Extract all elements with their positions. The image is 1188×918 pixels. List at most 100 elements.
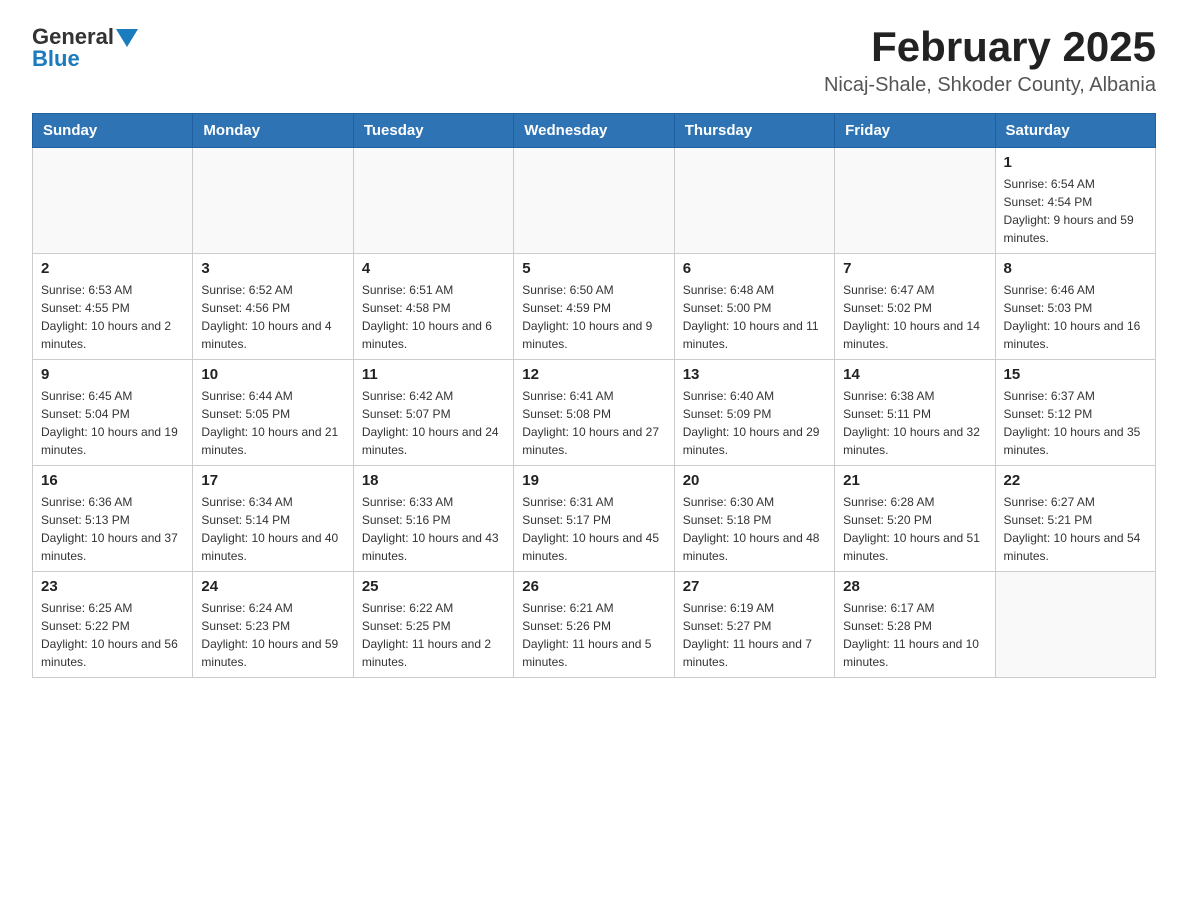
day-number: 10	[201, 366, 344, 383]
day-number: 18	[362, 472, 505, 489]
day-number: 17	[201, 472, 344, 489]
weekday-header-tuesday: Tuesday	[353, 114, 513, 148]
calendar-table: SundayMondayTuesdayWednesdayThursdayFrid…	[32, 113, 1156, 678]
calendar-cell	[193, 148, 353, 254]
day-number: 27	[683, 578, 826, 595]
day-info: Sunrise: 6:21 AMSunset: 5:26 PMDaylight:…	[522, 599, 665, 671]
day-info: Sunrise: 6:51 AMSunset: 4:58 PMDaylight:…	[362, 281, 505, 353]
page-title: February 2025	[824, 24, 1156, 70]
day-number: 2	[41, 260, 184, 277]
day-info: Sunrise: 6:48 AMSunset: 5:00 PMDaylight:…	[683, 281, 826, 353]
day-info: Sunrise: 6:46 AMSunset: 5:03 PMDaylight:…	[1004, 281, 1147, 353]
day-number: 20	[683, 472, 826, 489]
day-info: Sunrise: 6:54 AMSunset: 4:54 PMDaylight:…	[1004, 175, 1147, 247]
day-number: 25	[362, 578, 505, 595]
calendar-week-row: 9Sunrise: 6:45 AMSunset: 5:04 PMDaylight…	[33, 360, 1156, 466]
calendar-week-row: 1 Sunrise: 6:54 AMSunset: 4:54 PMDaylight…	[33, 148, 1156, 254]
calendar-cell: 23 Sunrise: 6:25 AMSunset: 5:22 PMDayligh…	[33, 572, 193, 678]
page-subtitle: Nicaj-Shale, Shkoder County, Albania	[824, 74, 1156, 97]
calendar-cell: 24 Sunrise: 6:24 AMSunset: 5:23 PMDayligh…	[193, 572, 353, 678]
day-info: Sunrise: 6:53 AMSunset: 4:55 PMDaylight:…	[41, 281, 184, 353]
day-info: Sunrise: 6:52 AMSunset: 4:56 PMDaylight:…	[201, 281, 344, 353]
calendar-cell	[995, 572, 1155, 678]
calendar-cell: 12 Sunrise: 6:41 AMSunset: 5:08 PMDayligh…	[514, 360, 674, 466]
day-info: Sunrise: 6:31 AMSunset: 5:17 PMDaylight:…	[522, 493, 665, 565]
calendar-cell: 1 Sunrise: 6:54 AMSunset: 4:54 PMDaylight…	[995, 148, 1155, 254]
calendar-cell: 18 Sunrise: 6:33 AMSunset: 5:16 PMDayligh…	[353, 466, 513, 572]
calendar-cell: 9Sunrise: 6:45 AMSunset: 5:04 PMDaylight…	[33, 360, 193, 466]
title-block: February 2025 Nicaj-Shale, Shkoder Count…	[824, 24, 1156, 97]
day-info: Sunrise: 6:50 AMSunset: 4:59 PMDaylight:…	[522, 281, 665, 353]
day-number: 3	[201, 260, 344, 277]
day-number: 22	[1004, 472, 1147, 489]
calendar-cell	[33, 148, 193, 254]
calendar-cell: 15 Sunrise: 6:37 AMSunset: 5:12 PMDayligh…	[995, 360, 1155, 466]
calendar-cell: 11Sunrise: 6:42 AMSunset: 5:07 PMDayligh…	[353, 360, 513, 466]
day-number: 28	[843, 578, 986, 595]
calendar-cell: 4 Sunrise: 6:51 AMSunset: 4:58 PMDaylight…	[353, 254, 513, 360]
calendar-cell: 10 Sunrise: 6:44 AMSunset: 5:05 PMDayligh…	[193, 360, 353, 466]
day-number: 1	[1004, 154, 1147, 171]
weekday-header-friday: Friday	[835, 114, 995, 148]
day-number: 19	[522, 472, 665, 489]
day-info: Sunrise: 6:19 AMSunset: 5:27 PMDaylight:…	[683, 599, 826, 671]
day-info: Sunrise: 6:25 AMSunset: 5:22 PMDaylight:…	[41, 599, 184, 671]
weekday-header-monday: Monday	[193, 114, 353, 148]
day-info: Sunrise: 6:41 AMSunset: 5:08 PMDaylight:…	[522, 387, 665, 459]
day-number: 14	[843, 366, 986, 383]
logo: General Blue	[32, 24, 138, 72]
day-number: 13	[683, 366, 826, 383]
calendar-cell: 26 Sunrise: 6:21 AMSunset: 5:26 PMDayligh…	[514, 572, 674, 678]
calendar-cell	[835, 148, 995, 254]
day-number: 15	[1004, 366, 1147, 383]
weekday-header-thursday: Thursday	[674, 114, 834, 148]
day-number: 4	[362, 260, 505, 277]
day-info: Sunrise: 6:22 AMSunset: 5:25 PMDaylight:…	[362, 599, 505, 671]
calendar-cell	[514, 148, 674, 254]
day-number: 5	[522, 260, 665, 277]
day-info: Sunrise: 6:30 AMSunset: 5:18 PMDaylight:…	[683, 493, 826, 565]
calendar-cell	[674, 148, 834, 254]
calendar-cell: 19 Sunrise: 6:31 AMSunset: 5:17 PMDayligh…	[514, 466, 674, 572]
calendar-cell: 16 Sunrise: 6:36 AMSunset: 5:13 PMDayligh…	[33, 466, 193, 572]
day-info: Sunrise: 6:36 AMSunset: 5:13 PMDaylight:…	[41, 493, 184, 565]
day-info: Sunrise: 6:24 AMSunset: 5:23 PMDaylight:…	[201, 599, 344, 671]
calendar-week-row: 23 Sunrise: 6:25 AMSunset: 5:22 PMDayligh…	[33, 572, 1156, 678]
calendar-cell: 2 Sunrise: 6:53 AMSunset: 4:55 PMDaylight…	[33, 254, 193, 360]
calendar-cell: 13 Sunrise: 6:40 AMSunset: 5:09 PMDayligh…	[674, 360, 834, 466]
day-number: 7	[843, 260, 986, 277]
calendar-cell: 17 Sunrise: 6:34 AMSunset: 5:14 PMDayligh…	[193, 466, 353, 572]
calendar-cell: 3 Sunrise: 6:52 AMSunset: 4:56 PMDaylight…	[193, 254, 353, 360]
day-number: 24	[201, 578, 344, 595]
day-info: Sunrise: 6:33 AMSunset: 5:16 PMDaylight:…	[362, 493, 505, 565]
calendar-cell: 22 Sunrise: 6:27 AMSunset: 5:21 PMDayligh…	[995, 466, 1155, 572]
day-number: 23	[41, 578, 184, 595]
calendar-cell: 6 Sunrise: 6:48 AMSunset: 5:00 PMDaylight…	[674, 254, 834, 360]
weekday-header-row: SundayMondayTuesdayWednesdayThursdayFrid…	[33, 114, 1156, 148]
day-info: Sunrise: 6:27 AMSunset: 5:21 PMDaylight:…	[1004, 493, 1147, 565]
day-info: Sunrise: 6:17 AMSunset: 5:28 PMDaylight:…	[843, 599, 986, 671]
day-info: Sunrise: 6:47 AMSunset: 5:02 PMDaylight:…	[843, 281, 986, 353]
calendar-cell: 8 Sunrise: 6:46 AMSunset: 5:03 PMDaylight…	[995, 254, 1155, 360]
calendar-cell: 5 Sunrise: 6:50 AMSunset: 4:59 PMDaylight…	[514, 254, 674, 360]
calendar-cell: 14 Sunrise: 6:38 AMSunset: 5:11 PMDayligh…	[835, 360, 995, 466]
calendar-cell: 20 Sunrise: 6:30 AMSunset: 5:18 PMDayligh…	[674, 466, 834, 572]
day-info: Sunrise: 6:37 AMSunset: 5:12 PMDaylight:…	[1004, 387, 1147, 459]
day-info: Sunrise: 6:44 AMSunset: 5:05 PMDaylight:…	[201, 387, 344, 459]
day-number: 6	[683, 260, 826, 277]
day-info: Sunrise: 6:40 AMSunset: 5:09 PMDaylight:…	[683, 387, 826, 459]
weekday-header-sunday: Sunday	[33, 114, 193, 148]
calendar-cell: 28 Sunrise: 6:17 AMSunset: 5:28 PMDayligh…	[835, 572, 995, 678]
day-number: 12	[522, 366, 665, 383]
day-number: 8	[1004, 260, 1147, 277]
weekday-header-saturday: Saturday	[995, 114, 1155, 148]
logo-arrow-icon	[116, 29, 138, 47]
day-number: 9	[41, 366, 184, 383]
day-info: Sunrise: 6:34 AMSunset: 5:14 PMDaylight:…	[201, 493, 344, 565]
day-number: 16	[41, 472, 184, 489]
calendar-week-row: 16 Sunrise: 6:36 AMSunset: 5:13 PMDayligh…	[33, 466, 1156, 572]
day-info: Sunrise: 6:38 AMSunset: 5:11 PMDaylight:…	[843, 387, 986, 459]
calendar-cell	[353, 148, 513, 254]
day-number: 26	[522, 578, 665, 595]
page-header: General Blue February 2025 Nicaj-Shale, …	[32, 24, 1156, 97]
